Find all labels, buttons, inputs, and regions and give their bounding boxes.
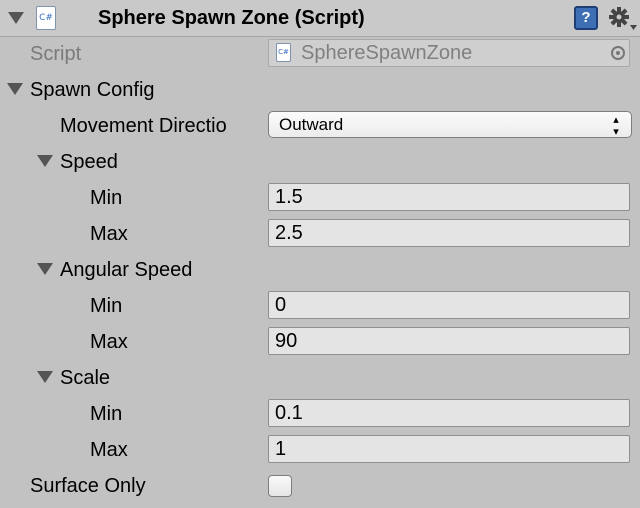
angular-speed-max-field[interactable]: 90 [268,327,630,355]
speed-min-field[interactable]: 1.5 [268,183,630,211]
object-picker-icon[interactable] [611,46,625,60]
angular-speed-min-label: Min [90,295,123,317]
spawn-config-foldout-arrow-icon[interactable] [7,83,23,95]
dropdown-arrows-icon: ▴ ▾ [613,114,619,138]
spawn-config-label[interactable]: Spawn Config [30,78,155,102]
scale-label[interactable]: Scale [60,366,110,390]
speed-label[interactable]: Speed [60,150,118,174]
script-field: SphereSpawnZone [268,39,630,67]
surface-only-checkbox[interactable] [268,475,292,497]
speed-min-label: Min [90,187,123,209]
movement-direction-dropdown[interactable]: Outward ▴ ▾ [268,111,632,138]
angular-speed-max-label: Max [90,331,128,353]
component-foldout-arrow-icon[interactable] [8,12,24,24]
speed-max-label: Max [90,223,128,245]
angular-speed-foldout-arrow-icon[interactable] [37,263,53,275]
movement-direction-value: Outward [279,115,344,134]
script-file-icon: C# [276,43,291,62]
gear-icon[interactable] [608,6,638,37]
speed-foldout-arrow-icon[interactable] [37,155,53,167]
scale-foldout-arrow-icon[interactable] [37,371,53,383]
help-icon[interactable]: ? [574,6,598,30]
speed-max-field[interactable]: 2.5 [268,219,630,247]
script-field-value: SphereSpawnZone [301,42,473,64]
component-title: Sphere Spawn Zone (Script) [98,7,365,29]
csharp-script-icon: C# [36,6,56,30]
angular-speed-label[interactable]: Angular Speed [60,258,192,282]
movement-direction-label: Movement Directio [60,115,227,137]
scale-min-label: Min [90,403,123,425]
scale-max-label: Max [90,439,128,461]
angular-speed-min-field[interactable]: 0 [268,291,630,319]
script-label: Script [30,43,82,65]
surface-only-label: Surface Only [30,475,146,497]
scale-max-field[interactable]: 1 [268,435,630,463]
scale-min-field[interactable]: 0.1 [268,399,630,427]
